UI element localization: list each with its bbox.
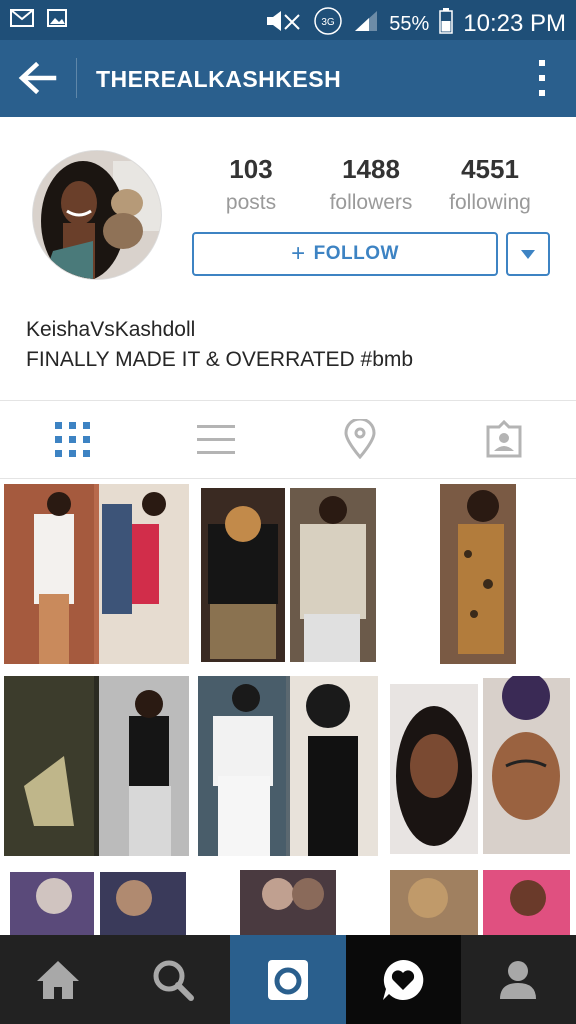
followers-stat[interactable]: 1488 followers bbox=[311, 154, 431, 215]
app-header: THEREALKASHKESH bbox=[0, 40, 576, 117]
grid-photo[interactable] bbox=[4, 868, 189, 935]
clock: 10:23 PM bbox=[463, 10, 566, 37]
tagged-person-icon bbox=[486, 419, 522, 458]
avatar[interactable] bbox=[32, 150, 162, 280]
followers-label: followers bbox=[329, 191, 413, 214]
nav-search[interactable] bbox=[115, 935, 230, 1024]
grid-photo[interactable] bbox=[388, 868, 572, 935]
divider bbox=[0, 478, 576, 479]
nav-activity[interactable] bbox=[345, 935, 461, 1024]
person-icon bbox=[500, 960, 537, 999]
nav-home[interactable] bbox=[0, 935, 115, 1024]
header-divider bbox=[76, 58, 77, 98]
grid-photo[interactable] bbox=[4, 676, 189, 856]
home-icon bbox=[36, 960, 79, 999]
signal-icon bbox=[353, 9, 379, 39]
plus-icon: + bbox=[291, 240, 306, 267]
following-count: 4551 bbox=[461, 154, 519, 184]
following-label: following bbox=[449, 191, 531, 214]
posts-label: posts bbox=[225, 191, 277, 214]
tab-grid-view[interactable] bbox=[42, 414, 102, 464]
grid-photo[interactable] bbox=[198, 868, 378, 935]
follow-label: FOLLOW bbox=[313, 243, 399, 264]
nav-camera[interactable] bbox=[230, 935, 346, 1024]
tab-tagged[interactable] bbox=[474, 414, 534, 464]
grid-photo[interactable] bbox=[198, 676, 378, 856]
grid-photo[interactable] bbox=[198, 484, 378, 664]
bottom-navigation bbox=[0, 935, 576, 1024]
grid-icon bbox=[54, 421, 90, 457]
network-3g-icon: 3G bbox=[313, 6, 343, 42]
profile-bio: FINALLY MADE IT & OVERRATED #bmb bbox=[26, 348, 414, 371]
arrow-left-icon bbox=[18, 61, 57, 95]
chevron-down-icon bbox=[521, 249, 535, 259]
profile-full-name: KeishaVsKashdoll bbox=[26, 318, 196, 341]
follow-button[interactable]: + FOLLOW bbox=[192, 232, 498, 276]
heart-bubble-icon bbox=[383, 959, 424, 1000]
battery-icon bbox=[439, 8, 454, 40]
tab-list-view[interactable] bbox=[186, 414, 246, 464]
email-icon bbox=[10, 8, 34, 35]
location-pin-icon bbox=[344, 419, 376, 459]
page-title: THEREALKASHKESH bbox=[96, 66, 342, 92]
suggested-dropdown-button[interactable] bbox=[506, 232, 550, 276]
followers-count: 1488 bbox=[342, 154, 400, 184]
grid-photo[interactable] bbox=[388, 484, 572, 664]
posts-count: 103 bbox=[229, 154, 273, 184]
svg-text:3G: 3G bbox=[322, 17, 336, 28]
battery-percent: 55% bbox=[389, 12, 430, 35]
mute-icon bbox=[263, 9, 303, 39]
following-stat[interactable]: 4551 following bbox=[430, 154, 550, 215]
nav-profile[interactable] bbox=[461, 935, 576, 1024]
search-icon bbox=[153, 960, 194, 1001]
gallery-notification-icon bbox=[46, 8, 70, 35]
camera-icon bbox=[267, 959, 308, 1000]
back-button[interactable] bbox=[14, 58, 62, 98]
posts-stat[interactable]: 103 posts bbox=[191, 154, 311, 215]
list-icon bbox=[197, 424, 235, 454]
divider bbox=[0, 400, 576, 401]
status-bar: 3G 55% 10:23 PM bbox=[0, 0, 576, 40]
more-vert-icon[interactable] bbox=[536, 60, 548, 96]
tab-photo-map[interactable] bbox=[330, 414, 390, 464]
grid-photo[interactable] bbox=[4, 484, 189, 664]
grid-photo[interactable] bbox=[388, 676, 572, 856]
